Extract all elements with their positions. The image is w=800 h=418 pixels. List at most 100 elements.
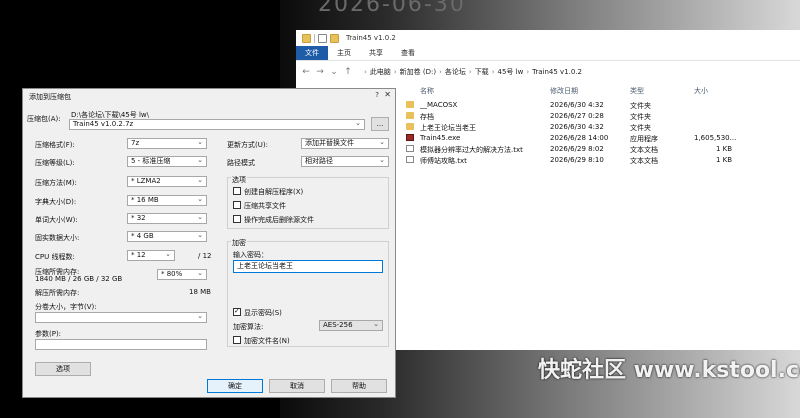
explorer-title: Train45 v1.0.2 [346, 34, 396, 42]
file-type: 文件夹 [630, 113, 651, 121]
folder-icon [406, 123, 414, 130]
show-password-label: 显示密码(S) [244, 309, 282, 317]
column-header-size[interactable]: 大小 [694, 86, 708, 96]
archive-name-input[interactable]: Train45 v1.0.2.7z [69, 119, 365, 130]
text-file-icon [406, 156, 414, 163]
dict-label: 字典大小(D): [35, 198, 77, 206]
threads-total: / 12 [198, 252, 212, 260]
folder-icon [302, 33, 311, 43]
encryption-group-title: 加密 [231, 238, 247, 248]
threads-label: CPU 线程数: [35, 253, 75, 261]
sfx-label: 创建自解压程序(X) [244, 188, 304, 196]
breadcrumb-separator-icon: › [468, 68, 472, 76]
ribbon-tabs: 文件 主页 共享 查看 [296, 46, 800, 61]
dict-select[interactable]: * 16 MB [127, 195, 207, 206]
breadcrumb-separator-icon: › [526, 68, 530, 76]
breadcrumb-item[interactable]: 各论坛 [445, 67, 466, 77]
column-header-date[interactable]: 修改日期 [550, 86, 578, 96]
help-button[interactable]: 帮助 [331, 379, 387, 393]
show-password-checkbox[interactable] [233, 307, 241, 316]
cancel-button[interactable]: 取消 [269, 379, 325, 393]
breadcrumb-item[interactable]: 下载 [475, 67, 489, 77]
encrypt-names-checkbox[interactable] [233, 336, 241, 344]
column-header-type[interactable]: 类型 [630, 86, 644, 96]
tab-view[interactable]: 查看 [392, 46, 424, 60]
breadcrumb: › 此电脑 › 新加卷 (D:) › 各论坛 › 下载 › 45号 lw › T… [364, 67, 582, 77]
breadcrumb-item[interactable]: 新加卷 (D:) [400, 67, 436, 77]
breadcrumb-separator-icon: › [393, 68, 397, 76]
close-icon[interactable]: ✕ [384, 90, 391, 99]
breadcrumb-separator-icon: › [439, 68, 442, 76]
file-type: 文件夹 [630, 102, 651, 110]
toolbar-divider [314, 33, 315, 43]
update-label: 更新方式(U): [227, 141, 268, 149]
folder-icon [406, 112, 414, 119]
tab-file[interactable]: 文件 [296, 46, 328, 60]
word-label: 单词大小(W): [35, 216, 78, 224]
sfx-checkbox[interactable] [233, 187, 241, 195]
threads-select[interactable]: * 12 [127, 250, 175, 261]
up-icon[interactable]: ↑ [344, 67, 352, 77]
path-mode-label: 路径模式 [227, 159, 255, 167]
browse-button[interactable]: ... [371, 117, 389, 131]
mem-comp-value: 1840 MB / 26 GB / 32 GB [35, 275, 123, 283]
path-mode-select[interactable]: 相对路径 [301, 156, 389, 167]
params-input[interactable] [35, 339, 207, 350]
options-button[interactable]: 选项 [35, 362, 91, 376]
shared-label: 压缩共享文件 [244, 202, 286, 210]
file-name: 模拟器分辨率过大的解决方法.txt [420, 146, 523, 154]
wallpaper-date: 2026-06-30 [318, 0, 466, 17]
file-name: 上老王论坛当老王 [420, 124, 476, 132]
shared-checkbox[interactable] [233, 201, 241, 209]
new-folder-icon[interactable] [330, 33, 339, 43]
app-icon [406, 134, 414, 141]
breadcrumb-separator-icon: › [491, 68, 495, 76]
forward-icon[interactable]: → [316, 67, 324, 77]
split-select[interactable] [35, 312, 207, 323]
breadcrumb-item[interactable]: Train45 v1.0.2 [532, 68, 582, 76]
split-label: 分卷大小，字节(V): [35, 303, 97, 311]
file-name: __MACOSX [420, 101, 458, 109]
back-icon[interactable]: ← [302, 67, 310, 77]
file-date: 2026/6/30 4:32 [550, 123, 604, 131]
update-select[interactable]: 添加并替换文件 [301, 138, 389, 149]
file-type: 文本文档 [630, 146, 658, 154]
column-header-name[interactable]: 名称 [420, 86, 434, 96]
dialog-title: 添加到压缩包 [29, 93, 71, 101]
mem-decomp-label: 解压所需内存: [35, 289, 80, 297]
folder-icon [406, 101, 414, 108]
word-select[interactable]: * 32 [127, 213, 207, 224]
format-select[interactable]: 7z [127, 138, 207, 149]
tab-share[interactable]: 共享 [360, 46, 392, 60]
file-name: 师傅站攻略.txt [420, 157, 467, 165]
tab-home[interactable]: 主页 [328, 46, 360, 60]
recent-locations-icon[interactable]: ⌄ [330, 67, 338, 77]
file-type: 文件夹 [630, 124, 651, 132]
breadcrumb-separator-icon: › [364, 68, 367, 76]
mem-decomp-value: 18 MB [189, 288, 211, 296]
delete-checkbox[interactable] [233, 215, 241, 223]
ok-button[interactable]: 确定 [207, 379, 263, 393]
help-icon[interactable]: ? [375, 91, 379, 99]
level-select[interactable]: 5 - 标准压缩 [127, 156, 207, 167]
encrypt-names-label: 加密文件名(N) [244, 337, 290, 345]
password-label: 输入密码： [233, 251, 268, 259]
breadcrumb-item[interactable]: 此电脑 [370, 67, 391, 77]
encryption-method-select[interactable]: AES-256 [319, 320, 383, 331]
mem-percent-select[interactable]: * 80% [157, 269, 207, 280]
format-label: 压缩格式(F): [35, 141, 75, 149]
method-select[interactable]: * LZMA2 [127, 176, 207, 187]
file-type: 文本文档 [630, 157, 658, 165]
file-name: 存档 [420, 113, 434, 121]
file-type: 应用程序 [630, 135, 658, 143]
encryption-method-label: 加密算法: [233, 323, 264, 331]
explorer-titlebar: Train45 v1.0.2 [296, 30, 800, 46]
breadcrumb-item[interactable]: 45号 lw [498, 67, 524, 77]
archive-label: 压缩包(A): [27, 115, 61, 123]
properties-icon[interactable] [318, 33, 327, 43]
file-name: Train45.exe [420, 134, 461, 142]
address-bar: ← → ⌄ ↑ › 此电脑 › 新加卷 (D:) › 各论坛 › 下载 › 45… [296, 61, 800, 83]
password-input[interactable]: 上老王论坛当老王 [233, 260, 383, 273]
solid-select[interactable]: * 4 GB [127, 231, 207, 242]
level-label: 压缩等级(L): [35, 159, 75, 167]
